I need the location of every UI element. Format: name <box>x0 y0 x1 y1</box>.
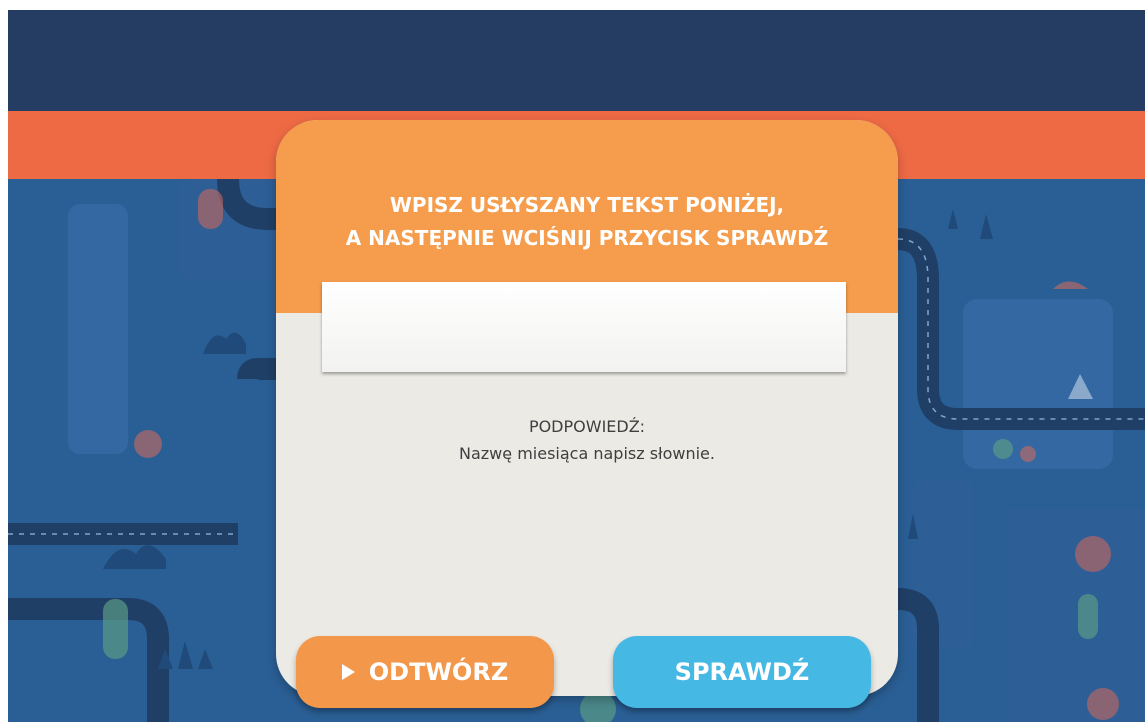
answer-input[interactable] <box>322 282 846 372</box>
game-screen: WPISZ USŁYSZANY TEKST PONIŻEJ, A NASTĘPN… <box>8 10 1145 722</box>
top-bar <box>8 10 1145 111</box>
dialog-card: WPISZ USŁYSZANY TEKST PONIŻEJ, A NASTĘPN… <box>276 120 898 696</box>
check-button[interactable]: SPRAWDŹ <box>613 636 871 708</box>
hint-block: PODPOWIEDŹ: Nazwę miesiąca napisz słowni… <box>276 413 898 467</box>
play-button[interactable]: ODTWÓRZ <box>296 636 554 708</box>
instruction-text: WPISZ USŁYSZANY TEKST PONIŻEJ, A NASTĘPN… <box>276 189 898 255</box>
play-icon <box>341 664 355 680</box>
instruction-line-1: WPISZ USŁYSZANY TEKST PONIŻEJ, <box>389 193 785 217</box>
check-button-label: SPRAWDŹ <box>674 658 810 686</box>
instruction-line-2: A NASTĘPNIE WCIŚNIJ PRZYCISK SPRAWDŹ <box>345 226 829 250</box>
play-button-label: ODTWÓRZ <box>368 658 509 686</box>
hint-text: Nazwę miesiąca napisz słownie. <box>459 444 715 463</box>
hint-title: PODPOWIEDŹ: <box>528 417 646 436</box>
